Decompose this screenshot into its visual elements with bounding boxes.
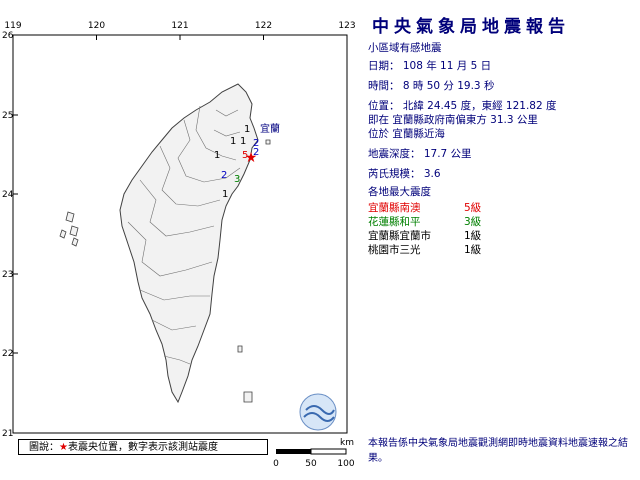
station-intensity-label: 3 [234, 174, 240, 185]
report-depth: 地震深度： 17.7 公里 [368, 148, 472, 160]
legend-text: 表震央位置，數字表示該測站震度 [67, 442, 218, 453]
intensity-location: 宜蘭縣南澳 [368, 202, 421, 214]
lon-tick-label: 121 [171, 21, 188, 31]
scale-unit-label: km [340, 438, 354, 448]
intensity-level: 5級 [464, 202, 482, 214]
legend-star-icon: ★ [59, 442, 68, 453]
epicenter-star-icon: ★ [245, 150, 258, 166]
report-magnitude: 芮氏規模： 3.6 [368, 168, 441, 180]
intensity-row: 花蓮縣和平 3級 [368, 214, 638, 228]
report-time: 時間： 8 時 50 分 19.3 秒 [368, 80, 495, 92]
lon-tick-label: 123 [338, 21, 355, 31]
lat-tick-label: 25 [2, 111, 13, 121]
lat-tick-label: 22 [2, 349, 13, 359]
scale-bar: km 0 50 100 [273, 438, 355, 469]
intensity-row: 宜蘭縣宜蘭市 1級 [368, 228, 638, 242]
orchid-island [243, 391, 253, 403]
station-intensity-label: 2 [221, 170, 227, 181]
report-footer: 本報告係中央氣象局地震觀測網即時地震資料地震速報之結果。 [368, 438, 628, 464]
intensity-level: 3級 [464, 216, 482, 228]
station-intensity-label: 1 [230, 136, 236, 147]
guishan-island [265, 139, 271, 145]
lat-tick-label: 24 [2, 190, 14, 200]
report-position-detail: 即在 宜蘭縣政府南偏東方 31.3 公里 [368, 114, 538, 126]
intensity-row: 桃園市三光 1級 [368, 242, 638, 256]
intensity-location: 花蓮縣和平 [368, 216, 421, 228]
report-title: 中央氣象局地震報告 [372, 17, 570, 37]
lat-tick-label: 26 [2, 31, 14, 41]
report-date: 日期： 108 年 11 月 5 日 [368, 60, 492, 72]
intensity-row: 宜蘭縣南澳 5級 [368, 200, 638, 214]
scale-label-100: 100 [337, 459, 354, 469]
map-legend: 圖說：★表震央位置，數字表示該測站震度 [18, 439, 268, 455]
lon-tick-label: 119 [4, 21, 21, 31]
lat-tick-label: 23 [2, 270, 13, 280]
station-intensity-label: 1 [240, 136, 246, 147]
station-intensity-label: 宜蘭 [260, 122, 280, 135]
lat-tick-label: 21 [2, 429, 13, 439]
intensity-level: 1級 [464, 230, 482, 242]
scale-label-0: 0 [273, 459, 279, 469]
station-intensity-label: 1 [214, 150, 220, 161]
green-island [237, 345, 243, 353]
report-located-at: 位於 宜蘭縣近海 [368, 128, 445, 140]
lon-tick-label: 120 [88, 21, 105, 31]
intensity-list: 宜蘭縣南澳 5級 花蓮縣和平 3級 宜蘭縣宜蘭市 1級 桃園市三光 1級 [368, 200, 638, 256]
intensity-location: 桃園市三光 [368, 244, 421, 256]
scale-label-50: 50 [305, 459, 317, 469]
epicenter-map: 1 宜蘭 2 1 1 2 1 5 2 3 1 ★ 119 120 121 122 123 26 25 24 23 22… [0, 0, 360, 480]
map-canvas: 1 宜蘭21121 52 31 ★ 119 120 121 122 1232625242322… [2, 21, 356, 469]
station-intensity-label: 1 [244, 124, 250, 135]
report-panel: 中央氣象局地震報告 小區域有感地震 日期： 108 年 11 月 5 日 時間：… [368, 0, 640, 480]
cwb-logo-icon [299, 393, 337, 431]
max-intensity-header: 各地最大震度 [368, 186, 431, 198]
legend-prefix: 圖說： [29, 442, 59, 453]
intensity-level: 1級 [464, 244, 482, 256]
station-intensity-label: 1 [222, 189, 228, 200]
intensity-location: 宜蘭縣宜蘭市 [368, 230, 431, 242]
report-subtitle: 小區域有感地震 [368, 42, 442, 54]
lon-tick-label: 122 [255, 21, 272, 31]
report-position: 位置： 北緯 24.45 度，東經 121.82 度 [368, 100, 557, 112]
